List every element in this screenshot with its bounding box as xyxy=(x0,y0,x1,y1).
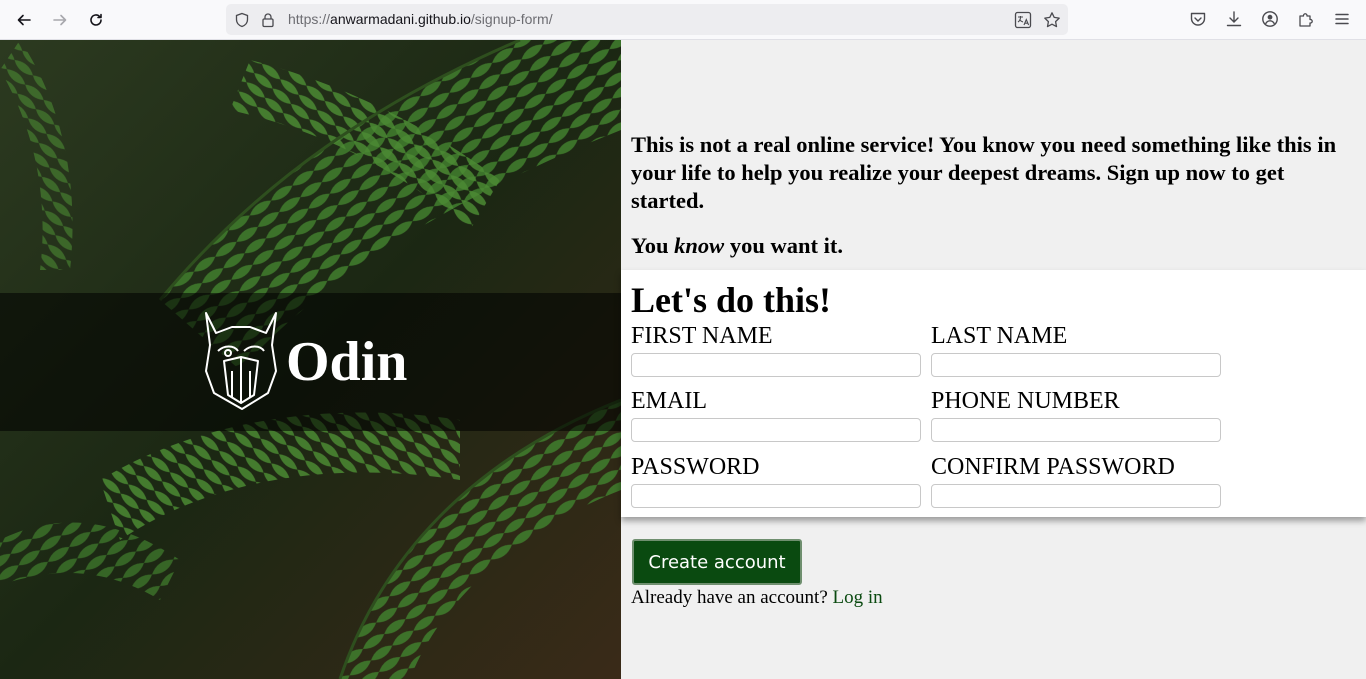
account-icon[interactable] xyxy=(1261,10,1279,28)
confirm-password-label: CONFIRM PASSWORD xyxy=(931,454,1175,480)
reload-icon xyxy=(90,13,102,26)
bookmark-star-icon[interactable] xyxy=(1043,11,1061,29)
page: Odin This is not a real online service! … xyxy=(0,40,1366,679)
password-field[interactable] xyxy=(631,484,921,508)
tagline-want: you want it. xyxy=(724,233,843,258)
brand-name: Odin xyxy=(286,331,408,393)
menu-icon[interactable] xyxy=(1333,10,1351,28)
email-field[interactable] xyxy=(631,418,921,442)
url-scheme: https:// xyxy=(288,11,331,27)
login-prompt: Already have an account? Log in xyxy=(631,586,883,610)
login-prompt-text: Already have an account? xyxy=(631,587,833,608)
signup-form: Let's do this! FIRST NAME LAST NAME EMAI… xyxy=(621,270,1366,517)
reload-button[interactable] xyxy=(84,8,108,32)
lock-icon[interactable] xyxy=(260,12,276,28)
phone-number-label: PHONE NUMBER xyxy=(931,388,1120,414)
extensions-icon[interactable] xyxy=(1297,10,1315,28)
pocket-icon[interactable] xyxy=(1189,10,1207,28)
password-label: PASSWORD xyxy=(631,454,760,480)
intro-tagline: You know you want it. xyxy=(631,232,843,260)
url-text[interactable]: https://anwarmadani.github.io/signup-for… xyxy=(288,11,553,27)
translate-icon[interactable] xyxy=(1014,11,1032,29)
arrow-right-icon xyxy=(53,14,67,26)
odin-logo-icon xyxy=(205,312,277,410)
arrow-left-icon xyxy=(17,14,31,26)
tagline-know: know xyxy=(674,233,725,258)
first-name-field[interactable] xyxy=(631,353,921,377)
download-icon[interactable] xyxy=(1225,10,1243,28)
url-path: /signup-form/ xyxy=(470,11,553,27)
content-panel: This is not a real online service! You k… xyxy=(621,40,1366,679)
create-account-button[interactable]: Create account xyxy=(632,539,802,585)
confirm-password-field[interactable] xyxy=(931,484,1221,508)
back-button[interactable] xyxy=(12,8,36,32)
hero-panel: Odin xyxy=(0,40,621,679)
email-label: EMAIL xyxy=(631,388,707,414)
last-name-field[interactable] xyxy=(931,353,1221,377)
form-title: Let's do this! xyxy=(631,280,832,320)
url-host: anwarmadani.github.io xyxy=(330,11,471,27)
last-name-label: LAST NAME xyxy=(931,323,1068,349)
intro-text: This is not a real online service! You k… xyxy=(631,132,1337,213)
tagline-you: You xyxy=(631,233,675,258)
login-link[interactable]: Log in xyxy=(833,587,883,608)
shield-icon[interactable] xyxy=(234,12,250,28)
address-bar[interactable]: https://anwarmadani.github.io/signup-for… xyxy=(226,4,1068,35)
phone-number-field[interactable] xyxy=(931,418,1221,442)
first-name-label: FIRST NAME xyxy=(631,323,773,349)
browser-toolbar: https://anwarmadani.github.io/signup-for… xyxy=(0,0,1366,40)
forward-button[interactable] xyxy=(48,8,72,32)
